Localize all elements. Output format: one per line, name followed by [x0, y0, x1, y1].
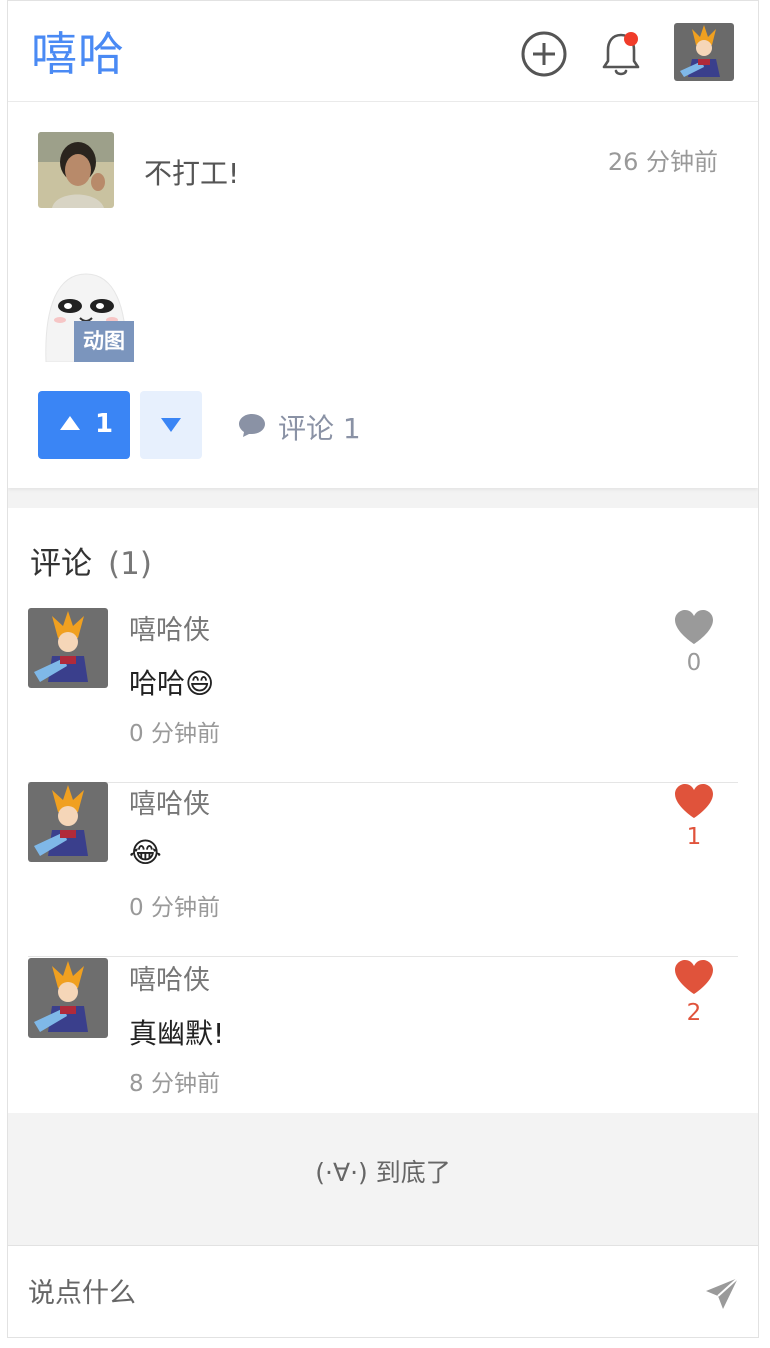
user-avatar[interactable]: [674, 23, 734, 81]
add-post-icon[interactable]: [519, 29, 569, 79]
arrow-up-icon: [60, 416, 80, 430]
like-count: 0: [686, 650, 702, 676]
post-content: 不打工!: [144, 157, 240, 190]
comment-timestamp: 0 分钟前: [129, 895, 220, 921]
like-count: 2: [686, 1000, 702, 1026]
notification-bell-icon[interactable]: [599, 29, 643, 79]
heart-icon: [675, 610, 713, 644]
post-gif-image[interactable]: 动图: [38, 266, 134, 362]
top-bar: 嘻哈: [8, 1, 758, 102]
comment-input[interactable]: [28, 1268, 668, 1318]
heart-icon: [675, 784, 713, 818]
commenter-avatar[interactable]: [28, 782, 108, 862]
like-button[interactable]: 0: [672, 608, 716, 676]
comment-text: 真幽默!: [129, 1017, 225, 1050]
brand-logo[interactable]: 嘻哈: [31, 25, 125, 83]
comment-item: 嘻哈侠 😂 0 分钟前 1: [28, 782, 738, 957]
comment-item: 嘻哈侠哈哈😄 0 分钟前 0: [28, 608, 738, 783]
commenter-avatar[interactable]: [28, 958, 108, 1038]
comment-text: 哈哈😄: [129, 667, 215, 700]
author-avatar[interactable]: [38, 132, 114, 208]
comment-timestamp: 8 分钟前: [129, 1071, 220, 1097]
comments-count: (1): [108, 546, 152, 582]
comment-timestamp: 0 分钟前: [129, 721, 220, 747]
comment-input-bar: [8, 1245, 758, 1337]
commenter-name[interactable]: 嘻哈侠: [129, 608, 210, 647]
heart-icon: [675, 960, 713, 994]
end-of-list-tip: (·∀·) 到底了: [315, 1158, 451, 1187]
comments-heading: 评论 (1): [30, 538, 152, 583]
commenter-name[interactable]: 嘻哈侠: [129, 782, 210, 821]
arrow-down-icon: [161, 418, 181, 432]
comment-bubble-icon: [239, 414, 265, 437]
comments-section: 评论 (1) 嘻哈侠 哈哈😄 0 分钟前 0 嘻哈侠 😂 0 分钟前 1 嘻哈侠 真幽默! 8 分钟前…: [8, 508, 758, 1113]
commenter-name[interactable]: 嘻哈侠: [129, 958, 210, 997]
comment-item: 嘻哈侠真幽默! 8 分钟前 2: [28, 958, 738, 1133]
like-button[interactable]: 1: [672, 782, 716, 850]
upvote-count: 1: [95, 409, 114, 439]
commenter-avatar[interactable]: [28, 608, 108, 688]
comment-text: 😂: [129, 836, 162, 869]
comment-count-label: 评论 1: [278, 412, 361, 445]
gif-badge: 动图: [74, 321, 134, 362]
notification-badge: [624, 32, 638, 46]
downvote-button[interactable]: [140, 391, 202, 459]
send-icon[interactable]: [704, 1276, 740, 1312]
like-button[interactable]: 2: [672, 958, 716, 1026]
post-card: 不打工! 26 分钟前 动图 1 评论 1: [8, 102, 758, 488]
app-frame: 嘻哈 不打工! 26 分钟前 动图 1 评论 1 评论 (1) 嘻哈侠 哈哈😄 …: [7, 0, 759, 1338]
upvote-button[interactable]: 1: [38, 391, 130, 459]
post-timestamp: 26 分钟前: [607, 148, 718, 176]
comments-title-label: 评论: [30, 546, 92, 582]
like-count: 1: [686, 824, 702, 850]
